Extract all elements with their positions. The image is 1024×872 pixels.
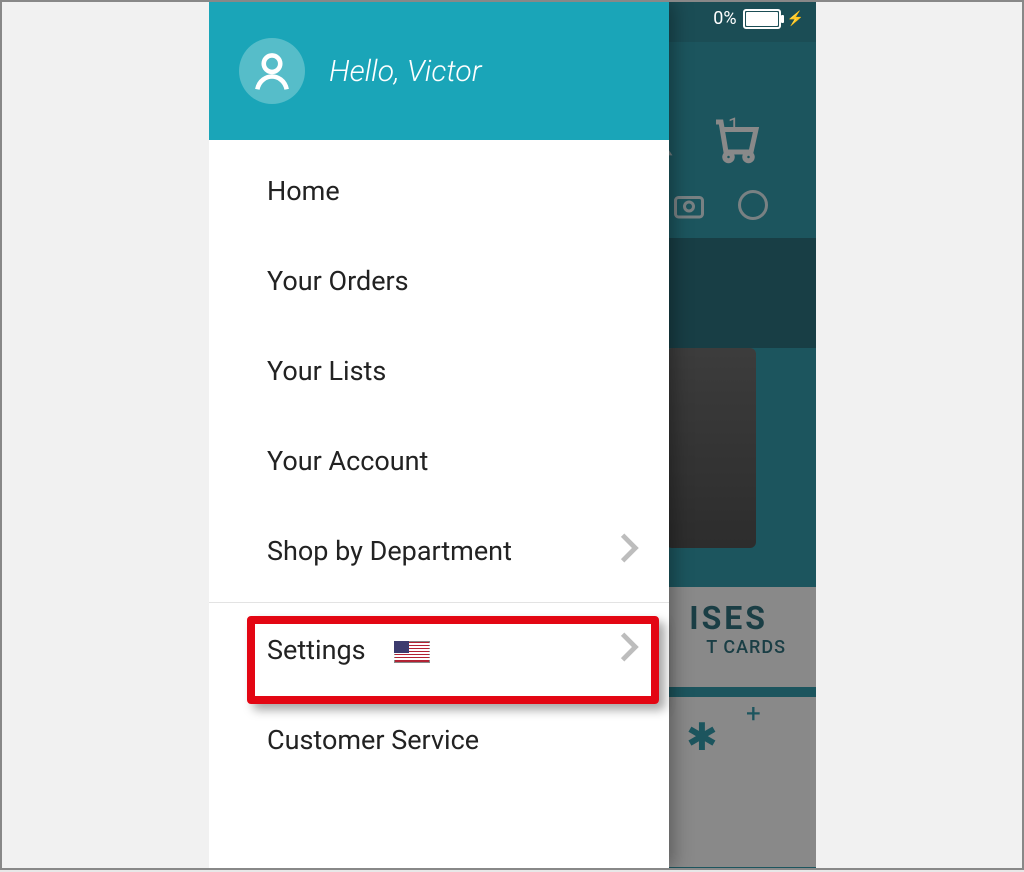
menu-item-label: Shop by Department	[267, 535, 619, 567]
phone-screen: 1 B ISES T CARDS ✱ + 0% ⚡	[209, 2, 816, 868]
menu-item-label: Your Account	[267, 445, 639, 477]
drawer-header[interactable]: Hello, Victor	[209, 2, 669, 140]
menu-item-your-lists[interactable]: Your Lists	[209, 326, 669, 416]
chevron-right-icon	[619, 532, 639, 571]
menu-item-label: Your Orders	[267, 265, 639, 297]
menu-item-label: Customer Service	[267, 724, 639, 756]
battery-text: 0%	[713, 8, 736, 29]
battery-icon	[743, 9, 781, 29]
menu-item-label: Home	[267, 175, 639, 207]
menu-item-label: Your Lists	[267, 355, 639, 387]
menu-item-your-orders[interactable]: Your Orders	[209, 236, 669, 326]
avatar-icon	[239, 38, 305, 104]
menu-item-shop-by-department[interactable]: Shop by Department	[209, 506, 669, 596]
charging-icon: ⚡	[787, 11, 804, 27]
greeting-text: Hello, Victor	[329, 54, 482, 89]
chevron-right-icon	[619, 631, 639, 670]
menu-item-your-account[interactable]: Your Account	[209, 416, 669, 506]
menu-item-label: Settings	[267, 634, 619, 666]
country-flag-us-icon	[394, 641, 430, 663]
menu-item-home[interactable]: Home	[209, 146, 669, 236]
drawer-menu-section-1: Home Your Orders Your Lists Your Account…	[209, 140, 669, 596]
dim-overlay[interactable]	[669, 2, 816, 868]
status-bar: 0% ⚡	[713, 8, 804, 29]
drawer-menu-section-2: Settings Customer Service	[209, 603, 669, 785]
menu-item-customer-service[interactable]: Customer Service	[209, 695, 669, 785]
page-frame: 1 B ISES T CARDS ✱ + 0% ⚡	[0, 0, 1024, 870]
navigation-drawer: Hello, Victor Home Your Orders Your List…	[209, 2, 669, 868]
menu-item-settings[interactable]: Settings	[209, 605, 669, 695]
